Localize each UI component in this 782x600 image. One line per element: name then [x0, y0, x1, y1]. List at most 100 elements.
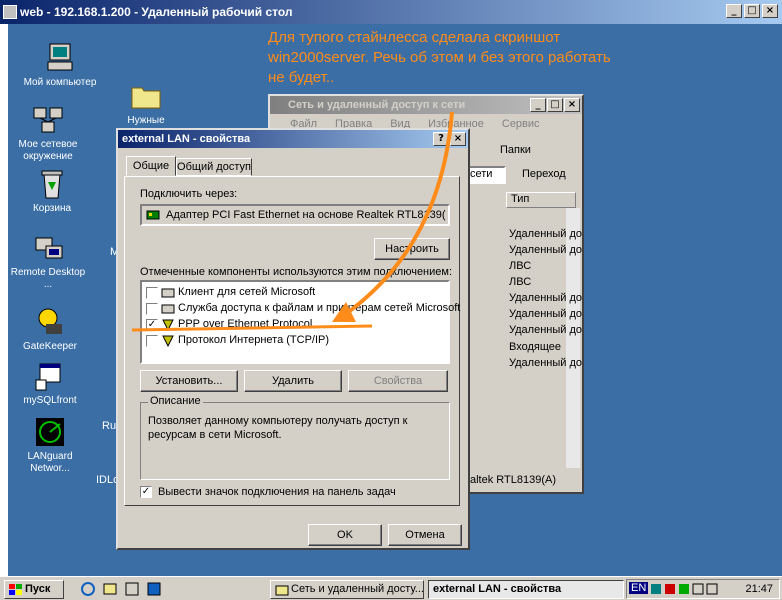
show-desktop-icon[interactable]	[124, 581, 140, 597]
recycle-bin-icon	[36, 168, 68, 200]
desktop-icon-label: Мое сетевое окружение	[18, 139, 78, 162]
list-item-type: Удаленный до	[509, 244, 582, 256]
description-group-label: Описание	[148, 395, 203, 407]
component-label[interactable]: Клиент для сетей Microsoft	[178, 286, 315, 298]
protocol-icon	[162, 335, 174, 348]
desktop-icon-remote-desktop[interactable]: Remote Desktop ...	[10, 232, 86, 291]
minimize-button[interactable]: _	[530, 98, 546, 112]
taskbar-task-active[interactable]: external LAN - свойства	[428, 580, 624, 599]
desktop-icon-mysqlfront[interactable]: mySQLfront	[12, 360, 88, 407]
network-neighborhood-icon	[32, 104, 64, 136]
desktop-icon-languard[interactable]: LANguard Networ...	[12, 416, 88, 475]
media-player-icon[interactable]	[146, 581, 162, 597]
start-button[interactable]: Пуск	[4, 580, 64, 599]
folder-icon	[130, 80, 162, 112]
tab-sharing[interactable]: Общий доступ	[176, 158, 252, 176]
address-field[interactable]: сети	[466, 166, 506, 184]
desktop-icon-folder[interactable]: Нужные	[108, 80, 184, 127]
desktop-icon-network[interactable]: Мое сетевое окружение	[10, 104, 86, 163]
protocol-icon	[162, 319, 174, 332]
list-item-type: Входящее	[509, 341, 562, 353]
client-icon	[161, 288, 175, 298]
adapter-name: Адаптер PCI Fast Ethernet на основе Real…	[166, 209, 446, 221]
desktop-icon-label: GateKeeper	[23, 341, 77, 352]
internet-explorer-icon[interactable]	[80, 581, 96, 597]
go-button[interactable]: Переход	[522, 168, 566, 180]
folders-button[interactable]: Папки	[500, 144, 531, 156]
left-edge-strip	[0, 24, 8, 576]
dialog-title: external LAN - свойства	[122, 133, 251, 145]
mysqlfront-icon	[34, 360, 66, 392]
description-text: Позволяет данному компьютеру получать до…	[148, 415, 408, 441]
desktop-icon-recycle-bin[interactable]: Корзина	[14, 168, 90, 215]
network-window-titlebar[interactable]: Сеть и удаленный доступ к сети _ □ ×	[270, 96, 582, 114]
list-item-type: Удаленный до	[509, 357, 582, 369]
list-item-type: Удаленный до	[509, 292, 582, 304]
configure-button[interactable]: Настроить	[374, 238, 450, 260]
remove-button[interactable]: Удалить	[244, 370, 342, 392]
outlook-express-icon[interactable]	[102, 581, 118, 597]
minimize-button[interactable]: _	[726, 4, 742, 18]
remote-desktop-icon	[32, 232, 64, 264]
taskbar: Пуск Сеть и удаленный досту... external …	[0, 576, 782, 600]
components-label: Отмеченные компоненты используются этим …	[140, 266, 453, 278]
properties-button[interactable]: Свойства	[348, 370, 448, 392]
gatekeeper-icon	[34, 306, 66, 338]
list-item-type: Удаленный до	[509, 308, 582, 320]
taskbar-task[interactable]: Сеть и удаленный досту...	[270, 580, 424, 599]
show-icon-checkbox[interactable]: ✓	[140, 486, 152, 498]
desktop-icon-label: Remote Desktop ...	[10, 267, 86, 290]
start-label: Пуск	[25, 583, 51, 595]
system-tray: EN 21:47	[626, 579, 780, 599]
tray-icons[interactable]	[651, 582, 731, 596]
component-label[interactable]: Протокол Интернета (TCP/IP)	[178, 334, 329, 346]
menu-tools[interactable]: Сервис	[502, 118, 540, 130]
close-button[interactable]: ×	[450, 132, 466, 146]
desktop-icon-label: mySQLfront	[23, 395, 77, 406]
tab-general[interactable]: Общие	[126, 156, 176, 176]
connect-via-label: Подключить через:	[140, 188, 238, 200]
go-label: Переход	[522, 168, 566, 180]
service-icon	[161, 304, 175, 314]
list-item-type: Удаленный до	[509, 228, 582, 240]
component-checkbox[interactable]	[146, 287, 158, 299]
maximize-button[interactable]: □	[547, 98, 563, 112]
component-checkbox[interactable]	[146, 303, 158, 315]
rdp-icon	[3, 5, 17, 19]
desktop-icon-label: LANguard Networ...	[27, 451, 73, 474]
component-checkbox[interactable]	[146, 335, 158, 347]
language-indicator[interactable]: EN	[629, 582, 649, 594]
clock: 21:47	[745, 583, 773, 595]
component-label[interactable]: PPP over Ethernet Protocol	[178, 318, 312, 330]
folders-label: Папки	[500, 144, 531, 156]
dialog-titlebar[interactable]: external LAN - свойства ? ×	[118, 130, 468, 148]
column-header-type[interactable]: Тип	[506, 192, 576, 208]
list-item-type: ЛВС	[509, 260, 532, 272]
computer-icon	[44, 42, 76, 74]
rdp-title: web - 192.168.1.200 - Удаленный рабочий …	[20, 5, 293, 19]
close-button[interactable]: ×	[564, 98, 580, 112]
desktop-icon-my-computer[interactable]: Мой компьютер	[22, 42, 98, 89]
cancel-button[interactable]: Отмена	[388, 524, 462, 546]
desktop-icon-label: Нужные	[127, 115, 165, 126]
partial-icon-label-ru: Ru	[102, 420, 117, 432]
network-window-title: Сеть и удаленный доступ к сети	[288, 99, 466, 111]
install-button[interactable]: Установить...	[140, 370, 238, 392]
windows-logo-icon	[9, 584, 22, 595]
desktop-icon-gatekeeper[interactable]: GateKeeper	[12, 306, 88, 353]
help-button[interactable]: ?	[433, 132, 449, 146]
quick-launch	[80, 581, 162, 597]
rdp-title-bar[interactable]: web - 192.168.1.200 - Удаленный рабочий …	[0, 0, 782, 24]
desktop-icon-label: Мой компьютер	[23, 77, 97, 88]
ok-button[interactable]: OK	[308, 524, 382, 546]
list-item-type: Удаленный до	[509, 324, 582, 336]
maximize-button[interactable]: □	[744, 4, 760, 18]
desktop-icon-label: Корзина	[32, 203, 72, 214]
adapter-field: Адаптер PCI Fast Ethernet на основе Real…	[140, 204, 450, 226]
component-label[interactable]: Служба доступа к файлам и принтерам сете…	[178, 302, 460, 314]
component-checkbox[interactable]: ✓	[146, 319, 158, 331]
status-text: altek RTL8139(A)	[470, 474, 557, 486]
close-button[interactable]: ×	[762, 4, 778, 18]
properties-dialog[interactable]: external LAN - свойства ? × Общие Общий …	[116, 128, 470, 550]
show-icon-label[interactable]: Вывести значок подключения на панель зад…	[158, 486, 396, 498]
